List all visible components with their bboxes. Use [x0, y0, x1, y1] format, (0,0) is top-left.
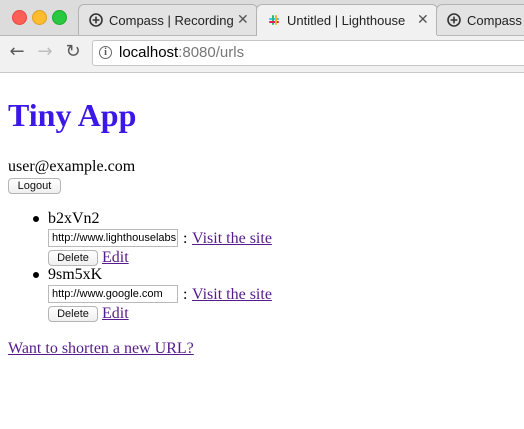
close-window-button[interactable] [12, 10, 27, 25]
back-arrow-icon[interactable]: ← [6, 41, 28, 63]
user-email: user@example.com [8, 158, 136, 175]
slack-icon [269, 15, 279, 25]
browser-toolbar: ← → ↻ i localhost:8080/urls [0, 36, 524, 72]
forward-arrow-icon[interactable]: → [34, 41, 56, 63]
logout-button[interactable]: Logout [8, 178, 61, 194]
separator: : [183, 230, 188, 247]
info-icon[interactable]: i [99, 46, 112, 59]
long-url-field[interactable]: http://www.lighthouselabs.ca [48, 229, 178, 247]
url-host: localhost [119, 44, 179, 61]
delete-button[interactable]: Delete [48, 250, 98, 266]
delete-button[interactable]: Delete [48, 306, 98, 322]
tab-compass-re[interactable]: Compass | Re [436, 4, 524, 35]
bullet-icon [33, 272, 39, 278]
tab-close-icon[interactable]: ✕ [237, 12, 249, 27]
reload-icon[interactable]: ↻ [62, 41, 84, 63]
page-title: Tiny App [8, 97, 137, 133]
zoom-window-button[interactable] [52, 10, 67, 25]
tab-strip: Compass | Recording ✕ Untitled | Lightho… [0, 0, 524, 36]
short-url-id: 9sm5xK [48, 266, 103, 283]
tab-compass-recording[interactable]: Compass | Recording ✕ [78, 4, 258, 35]
bullet-icon [33, 216, 39, 222]
new-url-link[interactable]: Want to shorten a new URL? [8, 339, 194, 358]
browser-chrome: Compass | Recording ✕ Untitled | Lightho… [0, 0, 524, 73]
page-content: Tiny App user@example.com Logout b2xVn2 … [0, 73, 524, 429]
short-url-id: b2xVn2 [48, 210, 100, 227]
compass-icon [89, 13, 103, 27]
tab-untitled-lighthouse[interactable]: Untitled | Lighthouse ✕ [256, 4, 438, 36]
separator: : [183, 286, 188, 303]
edit-link[interactable]: Edit [102, 304, 129, 323]
tab-title: Compass | Recording [109, 13, 234, 28]
long-url-field[interactable]: http://www.google.com [48, 285, 178, 303]
url-path: :8080/urls [178, 44, 245, 61]
edit-link[interactable]: Edit [102, 248, 129, 267]
visit-site-link[interactable]: Visit the site [192, 229, 272, 248]
address-bar[interactable]: i localhost:8080/urls [92, 40, 524, 66]
minimize-window-button[interactable] [32, 10, 47, 25]
tab-title: Untitled | Lighthouse [287, 13, 406, 28]
address-url: localhost:8080/urls [119, 41, 244, 65]
tab-close-icon[interactable]: ✕ [417, 12, 429, 27]
visit-site-link[interactable]: Visit the site [192, 285, 272, 304]
compass-icon [447, 13, 461, 27]
tab-title: Compass | Re [467, 13, 524, 28]
